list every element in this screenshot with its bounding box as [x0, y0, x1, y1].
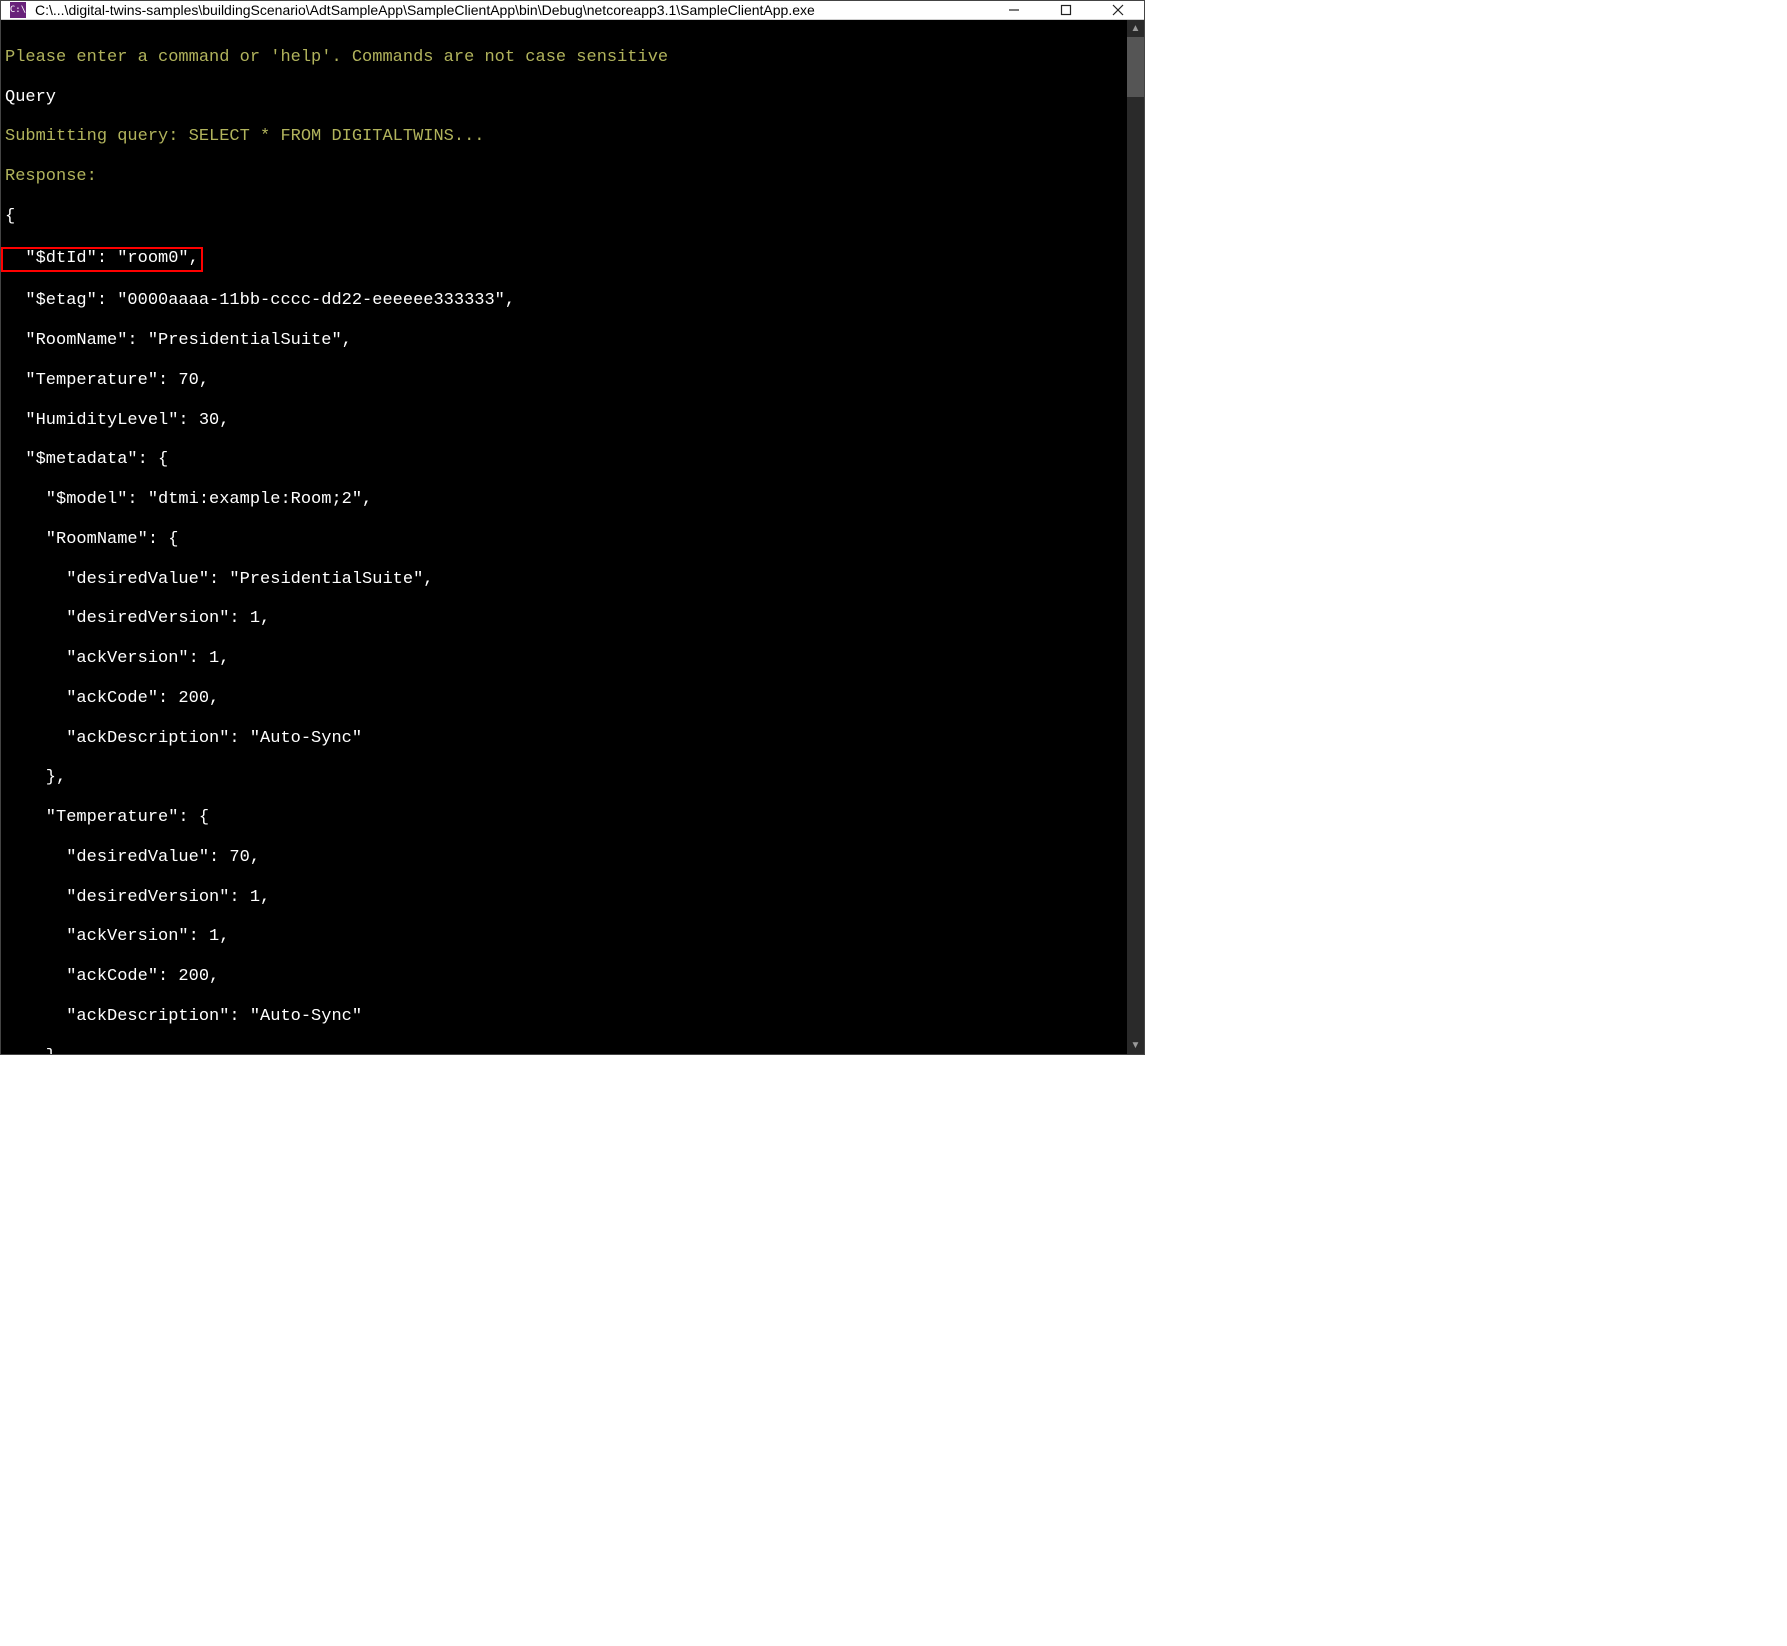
json-line: "ackVersion": 1, — [5, 649, 1123, 669]
json-line: "ackCode": 200, — [5, 967, 1123, 987]
json-line: "ackVersion": 1, — [5, 927, 1123, 947]
response-label: Response: — [5, 167, 1123, 187]
prompt-line: Please enter a command or 'help'. Comman… — [5, 48, 1123, 68]
titlebar[interactable]: C:\ C:\...\digital-twins-samples\buildin… — [1, 1, 1144, 20]
json-line: "ackDescription": "Auto-Sync" — [5, 1007, 1123, 1027]
app-icon-text: C:\ — [10, 2, 26, 18]
app-icon: C:\ — [9, 1, 27, 19]
json-brace: { — [5, 207, 1123, 227]
highlight-room0: "$dtId": "room0", — [1, 247, 203, 272]
window-title: C:\...\digital-twins-samples\buildingSce… — [35, 2, 988, 18]
json-line: }, — [5, 1047, 1123, 1054]
json-line: "RoomName": "PresidentialSuite", — [5, 331, 1123, 351]
json-line: "$metadata": { — [5, 450, 1123, 470]
console-area: Please enter a command or 'help'. Comman… — [1, 20, 1144, 1054]
json-line: "Temperature": { — [5, 808, 1123, 828]
vertical-scrollbar[interactable]: ▲ ▼ — [1127, 20, 1144, 1054]
maximize-button[interactable] — [1040, 1, 1092, 19]
json-line: "ackCode": 200, — [5, 689, 1123, 709]
submitting-line: Submitting query: SELECT * FROM DIGITALT… — [5, 127, 1123, 147]
window-controls — [988, 1, 1144, 19]
minimize-button[interactable] — [988, 1, 1040, 19]
json-dtid-room0: "$dtId": "room0", — [5, 247, 1123, 272]
json-line: }, — [5, 768, 1123, 788]
json-line: "ackDescription": "Auto-Sync" — [5, 729, 1123, 749]
json-line: "desiredValue": "PresidentialSuite", — [5, 570, 1123, 590]
json-line: "HumidityLevel": 30, — [5, 411, 1123, 431]
close-button[interactable] — [1092, 1, 1144, 19]
query-command-line: Query — [5, 88, 1123, 108]
scroll-down-icon[interactable]: ▼ — [1127, 1037, 1144, 1054]
scroll-up-icon[interactable]: ▲ — [1127, 20, 1144, 37]
json-line: "$etag": "0000aaaa-11bb-cccc-dd22-eeeeee… — [5, 291, 1123, 311]
json-line: "Temperature": 70, — [5, 371, 1123, 391]
scrollbar-thumb[interactable] — [1127, 37, 1144, 97]
json-line: "desiredVersion": 1, — [5, 609, 1123, 629]
console-output[interactable]: Please enter a command or 'help'. Comman… — [1, 20, 1127, 1054]
app-window: C:\ C:\...\digital-twins-samples\buildin… — [0, 0, 1145, 1055]
json-line: "desiredVersion": 1, — [5, 888, 1123, 908]
json-line: "RoomName": { — [5, 530, 1123, 550]
json-line: "$model": "dtmi:example:Room;2", — [5, 490, 1123, 510]
json-line: "desiredValue": 70, — [5, 848, 1123, 868]
